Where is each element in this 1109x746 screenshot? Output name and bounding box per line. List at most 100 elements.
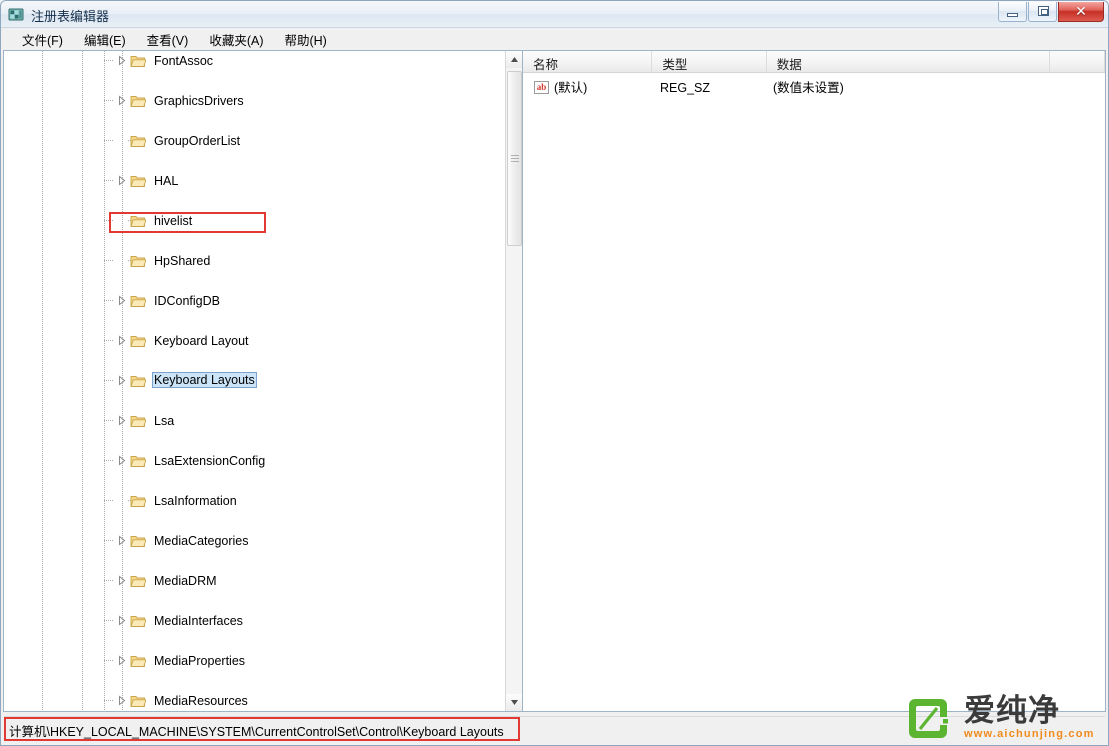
folder-icon [130, 134, 147, 148]
tree-connector [104, 340, 113, 341]
tree-connector [104, 140, 113, 141]
tree-node-label: MediaCategories [154, 534, 249, 548]
menu-item-view[interactable]: 查看(V) [137, 28, 200, 51]
tree-node-label: MediaProperties [154, 654, 246, 668]
registry-tree[interactable]: FontAssoc GraphicsDrivers GroupOrderList HA… [4, 51, 522, 711]
tree-node-idconfigdb[interactable]: IDConfigDB [4, 291, 522, 311]
maximize-restore-button[interactable] [1028, 2, 1057, 22]
tree-node-label: LsaExtensionConfig [154, 454, 266, 468]
column-header-data[interactable]: 数据 [767, 51, 1051, 72]
tree-node-lsainformation[interactable]: LsaInformation [4, 491, 522, 511]
chevron-right-icon[interactable] [116, 55, 127, 66]
value-data: (数值未设置) [773, 81, 844, 95]
string-value-icon: ab [534, 81, 549, 94]
tree-node-label: MediaInterfaces [154, 614, 243, 628]
tree-connector [104, 380, 113, 381]
folder-icon [130, 694, 147, 708]
registry-path-text: 计算机\HKEY_LOCAL_MACHINE\SYSTEM\CurrentCon… [9, 725, 504, 739]
close-button[interactable]: ✕ [1058, 2, 1104, 22]
tree-node-hal[interactable]: HAL [4, 171, 522, 191]
table-row[interactable]: ab (默认) REG_SZ (数值未设置) [523, 79, 1105, 99]
tree-node-mediaresources[interactable]: MediaResources [4, 691, 522, 711]
values-pane[interactable]: 名称 类型 数据 ab (默认) REG_SZ (数值未设置) [522, 50, 1106, 712]
chevron-right-icon[interactable] [116, 615, 127, 626]
tree-node-label: IDConfigDB [154, 294, 220, 308]
tree-node-lsaextensionconfig[interactable]: LsaExtensionConfig [4, 451, 522, 471]
tree-node-mediainterfaces[interactable]: MediaInterfaces [4, 611, 522, 631]
watermark: 爱纯净 www.aichunjing.com [908, 692, 1104, 744]
folder-icon [130, 94, 147, 108]
folder-icon [130, 254, 147, 268]
folder-icon [130, 414, 147, 428]
menu-item-file[interactable]: 文件(F) [12, 28, 74, 51]
tree-connector [104, 100, 113, 101]
column-header-filler [1050, 51, 1105, 72]
chevron-right-icon[interactable] [116, 415, 127, 426]
restore-icon [1038, 6, 1049, 16]
menu-item-help[interactable]: 帮助(H) [274, 28, 337, 51]
watermark-url: www.aichunjing.com [964, 728, 1095, 740]
tree-connector [104, 220, 113, 221]
tree-connector [104, 460, 113, 461]
tree-node-label: Keyboard Layouts [152, 372, 257, 388]
tree-node-graphicsdrivers[interactable]: GraphicsDrivers [4, 91, 522, 111]
chevron-right-icon[interactable] [116, 455, 127, 466]
scroll-down-button[interactable] [506, 694, 522, 711]
tree-node-lsa[interactable]: Lsa [4, 411, 522, 431]
values-column-header: 名称 类型 数据 [523, 51, 1105, 73]
folder-icon [130, 534, 147, 548]
tree-node-label: LsaInformation [154, 494, 237, 508]
tree-node-mediacategories[interactable]: MediaCategories [4, 531, 522, 551]
registry-tree-pane[interactable]: FontAssoc GraphicsDrivers GroupOrderList HA… [3, 50, 522, 712]
tree-connector [104, 420, 113, 421]
scrollbar-grip-icon [511, 154, 519, 163]
chevron-right-icon[interactable] [116, 295, 127, 306]
tree-scrollbar[interactable] [505, 51, 522, 711]
minimize-icon [1007, 13, 1018, 17]
tree-node-keyboard-layout[interactable]: Keyboard Layout [4, 331, 522, 351]
chevron-right-icon[interactable] [116, 95, 127, 106]
folder-icon [130, 334, 147, 348]
chevron-right-icon[interactable] [116, 655, 127, 666]
column-header-type[interactable]: 类型 [652, 51, 767, 72]
window-controls: ✕ [998, 2, 1104, 22]
tree-connector [104, 620, 113, 621]
tree-node-hpshared[interactable]: HpShared [4, 251, 522, 271]
tree-node-label: hivelist [154, 214, 193, 228]
tree-node-grouporderlist[interactable]: GroupOrderList [4, 131, 522, 151]
tree-node-label: HpShared [154, 254, 211, 268]
chevron-right-icon[interactable] [116, 535, 127, 546]
chevron-right-icon[interactable] [116, 375, 127, 386]
menu-item-edit[interactable]: 编辑(E) [74, 28, 137, 51]
folder-icon [130, 574, 147, 588]
tree-node-fontassoc[interactable]: FontAssoc [4, 51, 522, 71]
window-title: 注册表编辑器 [31, 9, 110, 24]
chevron-right-icon[interactable] [116, 575, 127, 586]
registry-editor-icon [8, 6, 25, 23]
tree-node-mediaproperties[interactable]: MediaProperties [4, 651, 522, 671]
folder-icon [130, 174, 147, 188]
menu-bar: 文件(F) 编辑(E) 查看(V) 收藏夹(A) 帮助(H) [2, 29, 1107, 50]
scrollbar-thumb[interactable] [507, 71, 522, 246]
folder-icon [130, 494, 147, 508]
tree-node-label: MediaResources [154, 694, 248, 708]
tree-node-keyboard-layouts[interactable]: Keyboard Layouts [4, 371, 522, 391]
column-header-name[interactable]: 名称 [523, 51, 653, 72]
tree-node-hivelist[interactable]: hivelist [4, 211, 522, 231]
tree-connector [104, 300, 113, 301]
window-frame: 注册表编辑器 ✕ 文件(F) 编辑(E) 查看(V) 收藏夹(A) 帮助(H) [0, 0, 1109, 746]
folder-icon [130, 614, 147, 628]
chevron-right-icon[interactable] [116, 335, 127, 346]
minimize-button[interactable] [998, 2, 1027, 22]
content-panes: FontAssoc GraphicsDrivers GroupOrderList HA… [3, 50, 1106, 712]
menu-item-favorites[interactable]: 收藏夹(A) [199, 28, 274, 51]
folder-icon [130, 54, 147, 68]
title-bar[interactable]: 注册表编辑器 ✕ [1, 1, 1108, 28]
folder-icon [130, 374, 147, 388]
tree-node-mediadrm[interactable]: MediaDRM [4, 571, 522, 591]
tree-node-label: GraphicsDrivers [154, 94, 244, 108]
chevron-right-icon[interactable] [116, 175, 127, 186]
value-type: REG_SZ [660, 81, 711, 95]
chevron-right-icon[interactable] [116, 695, 127, 706]
scroll-up-button[interactable] [506, 51, 522, 68]
